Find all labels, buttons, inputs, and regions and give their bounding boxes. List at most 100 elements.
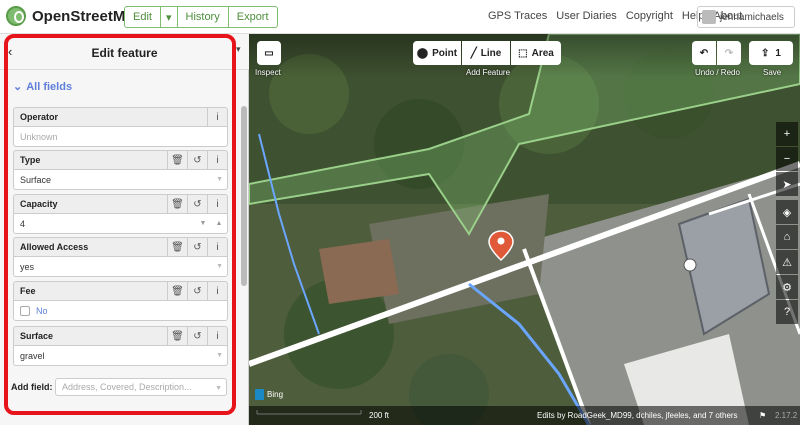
layers-icon[interactable]: ◈ — [776, 200, 798, 224]
trash-icon[interactable]: 🗑 — [167, 194, 187, 214]
bing-logo-icon — [255, 389, 264, 400]
chevron-down-icon: ⌄ — [13, 81, 23, 93]
field-label: Surface — [20, 331, 54, 341]
undo-icon[interactable]: ↺ — [187, 194, 207, 214]
undo-icon[interactable]: ↺ — [187, 326, 207, 346]
dropdown-arrow-icon: ▼ — [215, 385, 222, 392]
decrement-icon[interactable]: ▼ — [195, 214, 211, 233]
info-icon[interactable]: i — [207, 194, 227, 214]
map-view[interactable]: ▭ Inspect ⬤ Point ╱ Line ⬚ Area Add Feature… — [249, 34, 800, 425]
add-area-label: Area — [531, 47, 554, 59]
inspect-label: Inspect — [255, 68, 281, 77]
type-value: Surface — [20, 174, 52, 185]
inspect-button[interactable]: ▭ — [257, 41, 281, 65]
capacity-input[interactable]: 4 ▼ ▲ — [13, 214, 228, 234]
surface-select[interactable]: gravel ▼ — [13, 346, 228, 366]
info-icon[interactable]: i — [207, 281, 227, 301]
redo-icon: ↷ — [724, 47, 734, 59]
issues-icon[interactable]: ⚠ — [776, 250, 798, 274]
add-field-label: Add field: — [11, 382, 53, 392]
edits-attribution[interactable]: Edits by RoadGeek_MD99, dchiles, jfeeles… — [537, 411, 738, 420]
history-button[interactable]: History — [177, 6, 229, 28]
undo-redo-label: Undo / Redo — [695, 68, 740, 77]
version-label: 2.17.2 — [775, 411, 798, 420]
info-icon[interactable]: i — [207, 107, 227, 127]
geolocate-icon[interactable]: ➤ — [776, 172, 798, 196]
collapse-icon[interactable]: ▾ — [236, 44, 241, 55]
map-data-icon[interactable]: ⌂ — [776, 225, 798, 249]
dropdown-arrow-icon: ▼ — [216, 352, 223, 359]
nav-copyright[interactable]: Copyright — [626, 10, 673, 22]
field-label: Operator — [20, 112, 59, 122]
field-header: Type 🗑 ↺ i — [13, 150, 228, 170]
add-field-input[interactable]: Address, Covered, Description... ▼ — [55, 378, 227, 396]
preferences-icon[interactable]: ⚙ — [776, 275, 798, 299]
panel-title: Edit feature — [91, 46, 158, 60]
all-fields-toggle[interactable]: ⌄ All fields — [13, 80, 72, 93]
info-icon[interactable]: i — [207, 237, 227, 257]
edit-button-group: Edit ▾ History Export — [124, 6, 278, 28]
field-header: Capacity 🗑 ↺ i — [13, 194, 228, 214]
imagery-label: Bing — [267, 390, 284, 399]
info-icon[interactable]: i — [207, 150, 227, 170]
edit-dropdown-button[interactable]: ▾ — [160, 6, 178, 28]
panel-header: ‹ Edit feature ▾ — [0, 34, 249, 70]
help-icon[interactable]: ? — [776, 300, 798, 324]
imagery-attribution: Bing — [255, 389, 283, 400]
operator-input[interactable]: Unknown — [13, 127, 228, 147]
save-label: Save — [763, 68, 782, 77]
access-select[interactable]: yes ▼ — [13, 257, 228, 277]
add-line-button[interactable]: ╱ Line — [462, 41, 510, 65]
fee-value: No — [36, 305, 48, 316]
osm-logo[interactable]: OpenStreetMap — [6, 6, 143, 26]
field-surface: Surface 🗑 ↺ i gravel ▼ — [13, 326, 228, 366]
undo-icon[interactable]: ↺ — [187, 281, 207, 301]
avatar — [702, 10, 716, 24]
sidebar-toggle-icon: ▭ — [264, 47, 274, 59]
trash-icon[interactable]: 🗑 — [167, 150, 187, 170]
fee-checkbox-row[interactable]: No — [13, 301, 228, 321]
scale-label: 200 ft — [369, 411, 390, 420]
add-point-button[interactable]: ⬤ Point — [413, 41, 461, 65]
osm-logo-icon — [6, 6, 26, 26]
field-header: Surface 🗑 ↺ i — [13, 326, 228, 346]
field-header: Operator i — [13, 107, 228, 127]
add-feature-label: Add Feature — [466, 68, 511, 77]
undo-icon[interactable]: ↺ — [187, 237, 207, 257]
field-allowed-access: Allowed Access 🗑 ↺ i yes ▼ — [13, 237, 228, 277]
export-button[interactable]: Export — [228, 6, 278, 28]
surface-value: gravel — [20, 350, 45, 361]
info-icon[interactable]: i — [207, 326, 227, 346]
user-menu[interactable]: jennamichaels — [697, 6, 795, 28]
nav-user-diaries[interactable]: User Diaries — [556, 10, 617, 22]
save-count: 1 — [775, 47, 781, 59]
footer-issues-icon[interactable]: ⚑ — [759, 411, 766, 420]
type-select[interactable]: Surface ▼ — [13, 170, 228, 190]
add-field-row: Add field: Address, Covered, Description… — [11, 378, 227, 396]
map-controls: + − ➤ ◈ ⌂ ⚠ ⚙ ? — [776, 122, 798, 325]
add-line-label: Line — [480, 47, 502, 59]
fee-checkbox[interactable] — [20, 305, 30, 316]
undo-button[interactable]: ↶ — [692, 41, 716, 65]
trash-icon[interactable]: 🗑 — [167, 281, 187, 301]
all-fields-label: All fields — [26, 81, 73, 93]
quantity-stepper: ▼ ▲ — [195, 214, 227, 233]
undo-icon[interactable]: ↺ — [187, 150, 207, 170]
edit-button[interactable]: Edit — [124, 6, 161, 28]
add-field-placeholder: Address, Covered, Description... — [62, 382, 192, 392]
save-button[interactable]: ⇪ 1 — [749, 41, 793, 65]
zoom-in-icon[interactable]: + — [776, 122, 798, 146]
add-area-button[interactable]: ⬚ Area — [511, 41, 561, 65]
trash-icon[interactable]: 🗑 — [167, 237, 187, 257]
redo-button[interactable]: ↷ — [717, 41, 741, 65]
increment-icon[interactable]: ▲ — [211, 214, 227, 233]
dropdown-arrow-icon: ▼ — [216, 263, 223, 270]
zoom-out-icon[interactable]: − — [776, 147, 798, 171]
trash-icon[interactable]: 🗑 — [167, 326, 187, 346]
panel-scrollbar[interactable] — [241, 106, 247, 286]
line-icon: ╱ — [470, 47, 477, 59]
point-icon: ⬤ — [416, 47, 429, 59]
access-value: yes — [20, 261, 35, 272]
caret-down-icon: ▾ — [165, 11, 172, 24]
nav-gps-traces[interactable]: GPS Traces — [488, 10, 547, 22]
